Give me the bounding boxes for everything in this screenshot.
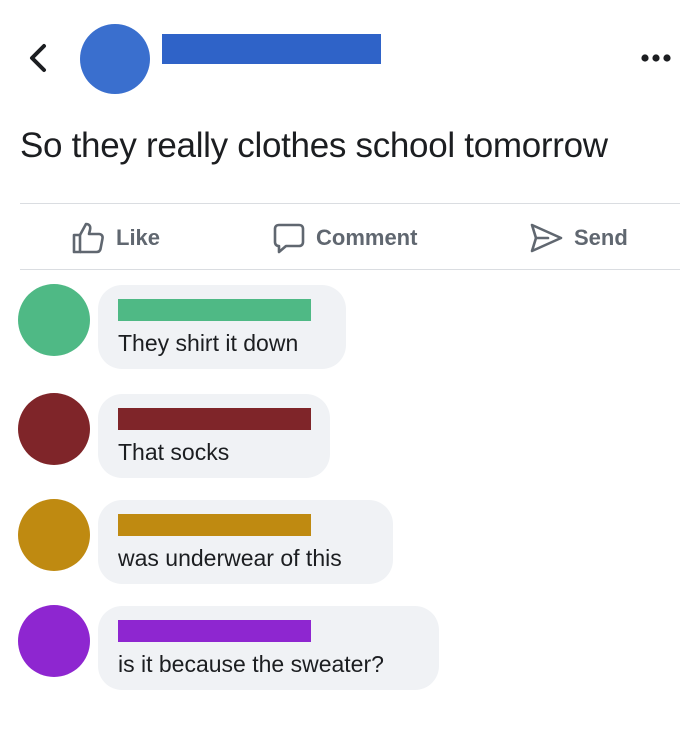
divider — [20, 203, 680, 204]
like-button[interactable]: Like — [70, 215, 160, 261]
send-button[interactable]: Send — [528, 215, 628, 261]
commenter-avatar[interactable] — [18, 393, 90, 465]
comment-bubble: They shirt it down — [98, 285, 346, 369]
send-arrow-icon — [528, 220, 564, 256]
poster-name-redacted[interactable] — [162, 34, 381, 64]
comment-text: That socks — [118, 439, 230, 465]
like-label: Like — [116, 225, 161, 250]
commenter-avatar[interactable] — [18, 605, 90, 677]
commenter-name-redacted[interactable] — [118, 620, 311, 642]
ellipsis-horizontal-icon — [636, 54, 676, 72]
commenter-avatar[interactable] — [18, 284, 90, 356]
comment-bubble: is it because the sweater? — [98, 606, 439, 690]
commenter-name-redacted[interactable] — [118, 299, 311, 321]
commenter-name-redacted[interactable] — [118, 514, 311, 536]
more-options-button[interactable] — [636, 48, 676, 68]
comment-text: is it because the sweater? — [118, 651, 384, 677]
poster-avatar[interactable] — [80, 24, 150, 94]
comment-button[interactable]: Comment — [272, 215, 417, 261]
send-label: Send — [574, 225, 628, 250]
comment-bubble: was underwear of this — [98, 500, 393, 584]
post-text: So they really clothes school tomorrow — [20, 126, 608, 165]
comment-label: Comment — [316, 225, 418, 250]
back-button[interactable] — [20, 38, 60, 78]
commenter-name-redacted[interactable] — [118, 408, 311, 430]
comment-bubble: That socks — [98, 394, 330, 478]
comment-text: They shirt it down — [118, 330, 299, 356]
thumbs-up-icon — [70, 220, 106, 256]
chevron-left-icon — [20, 38, 60, 78]
speech-bubble-icon — [272, 221, 306, 255]
commenter-avatar[interactable] — [18, 499, 90, 571]
comment-text: was underwear of this — [118, 545, 342, 571]
divider — [20, 269, 680, 270]
